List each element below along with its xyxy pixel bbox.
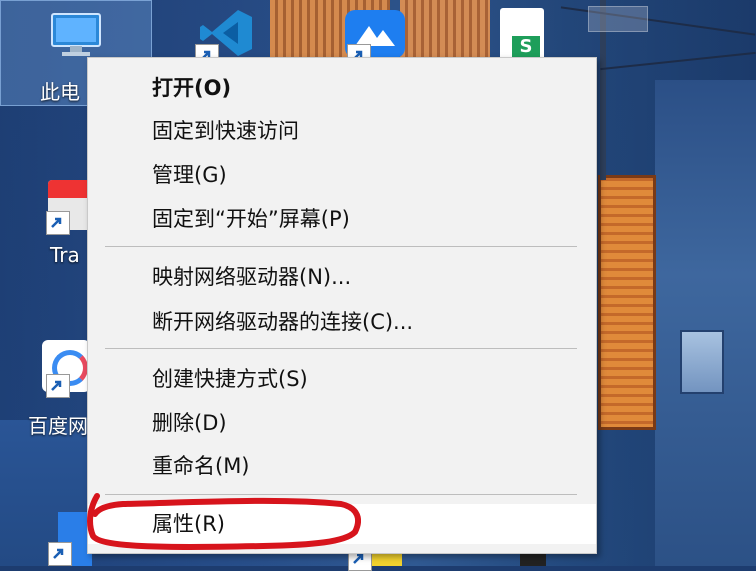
- menu-item-label: 打开(O): [152, 76, 232, 100]
- menu-item-create-shortcut[interactable]: 创建快捷方式(S): [88, 359, 596, 399]
- menu-item-manage[interactable]: 管理(G): [88, 155, 596, 195]
- menu-item-label: 固定到“开始”屏幕(P): [152, 207, 350, 231]
- wallpaper-shutter: [400, 0, 490, 60]
- sheets-icon[interactable]: S: [500, 8, 546, 60]
- shortcut-arrow-icon: [48, 542, 72, 566]
- wallpaper-shutter: [598, 175, 656, 430]
- menu-item-pin-start[interactable]: 固定到“开始”屏幕(P): [88, 199, 596, 239]
- shortcut-arrow-icon: [46, 374, 70, 398]
- menu-item-map-network-drive[interactable]: 映射网络驱动器(N)...: [88, 257, 596, 297]
- menu-item-delete[interactable]: 删除(D): [88, 403, 596, 443]
- computer-icon: [51, 13, 101, 56]
- menu-item-disconnect-network-drive[interactable]: 断开网络驱动器的连接(C)...: [88, 302, 596, 342]
- wallpaper-wire: [600, 51, 756, 71]
- feishu-icon[interactable]: [345, 10, 405, 68]
- wallpaper-window: [680, 330, 724, 394]
- menu-separator: [105, 494, 577, 495]
- menu-item-open[interactable]: 打开(O): [88, 68, 596, 108]
- vscode-icon[interactable]: [195, 8, 254, 68]
- wallpaper-sign: [588, 6, 648, 32]
- menu-separator: [105, 348, 577, 349]
- desktop-icon-label: 此电: [40, 80, 80, 104]
- menu-item-label: 属性(R): [152, 512, 225, 536]
- bottom-app-icon[interactable]: [48, 512, 92, 566]
- desktop-icon-baidu-netdisk[interactable]: 百度网: [25, 338, 95, 438]
- menu-item-label: 断开网络驱动器的连接(C)...: [152, 310, 414, 334]
- menu-item-label: 固定到快速访问: [152, 119, 299, 143]
- menu-item-label: 管理(G): [152, 163, 227, 187]
- menu-item-label: 映射网络驱动器(N)...: [152, 265, 352, 289]
- menu-item-label: 删除(D): [152, 411, 227, 435]
- menu-item-properties[interactable]: 属性(R): [88, 504, 596, 544]
- menu-item-label: 重命名(M): [152, 454, 250, 478]
- menu-separator: [105, 246, 577, 247]
- context-menu: 打开(O) 固定到快速访问 管理(G) 固定到“开始”屏幕(P) 映射网络驱动器…: [87, 57, 597, 554]
- menu-item-rename[interactable]: 重命名(M): [88, 446, 596, 486]
- desktop-icon-label: Tra: [50, 243, 80, 267]
- desktop-icon-label: 百度网: [28, 414, 88, 438]
- menu-item-label: 创建快捷方式(S): [152, 367, 308, 391]
- wallpaper-building: [655, 80, 756, 566]
- menu-item-pin-quick-access[interactable]: 固定到快速访问: [88, 111, 596, 151]
- shortcut-arrow-icon: [46, 211, 70, 235]
